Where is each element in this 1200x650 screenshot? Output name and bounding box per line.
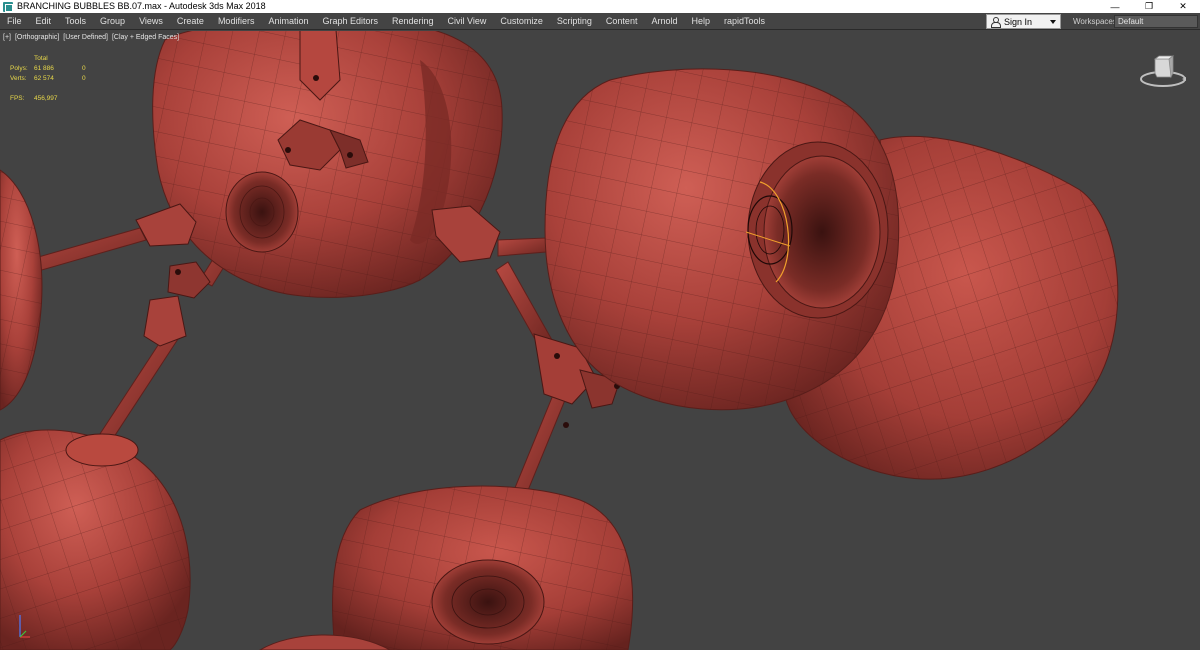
menu-group[interactable]: Group <box>93 13 132 30</box>
viewcube-icon[interactable] <box>1138 53 1188 89</box>
viewport-view-label[interactable]: [Orthographic] <box>15 34 59 41</box>
stats-verts-row: Verts: 62 574 0 <box>10 74 86 84</box>
sign-in-label: Sign In <box>1004 16 1033 27</box>
stats-total-header: Total <box>34 55 48 62</box>
workspaces-label: Workspaces: <box>1073 17 1120 26</box>
title-bar: BRANCHING BUBBLES BB.07.max - Autodesk 3… <box>0 0 1200 13</box>
viewport-label[interactable]: [+] [Orthographic] [User Defined] [Clay … <box>3 34 181 41</box>
menu-tools[interactable]: Tools <box>58 13 93 30</box>
viewport-shading-label[interactable]: [Clay + Edged Faces] <box>112 34 179 41</box>
window-title: BRANCHING BUBBLES BB.07.max - Autodesk 3… <box>17 1 266 11</box>
menu-graph-editors[interactable]: Graph Editors <box>315 13 385 30</box>
stats-fps-value: 456,997 <box>34 95 58 102</box>
workspaces-select[interactable]: Default <box>1114 15 1198 28</box>
stats-fps-row: FPS: 456,997 <box>10 94 86 104</box>
stats-polys-selected: 0 <box>82 65 86 72</box>
menu-content[interactable]: Content <box>599 13 645 30</box>
menu-help[interactable]: Help <box>684 13 717 30</box>
menu-customize[interactable]: Customize <box>493 13 550 30</box>
dropdown-caret-icon <box>1050 20 1056 24</box>
stats-polys-row: Polys: 61 886 0 <box>10 64 86 74</box>
menu-bar: File Edit Tools Group Views Create Modif… <box>0 13 1200 30</box>
menu-civil-view[interactable]: Civil View <box>441 13 494 30</box>
scene-render <box>0 31 1119 650</box>
app-icon <box>3 1 13 12</box>
menu-views[interactable]: Views <box>132 13 170 30</box>
user-icon <box>990 16 1001 28</box>
viewport-preset-label[interactable]: [User Defined] <box>63 34 108 41</box>
stats-fps-label: FPS: <box>10 95 25 102</box>
menu-scripting[interactable]: Scripting <box>550 13 599 30</box>
viewport-menu-plus[interactable]: [+] <box>3 34 11 41</box>
close-button[interactable]: ✕ <box>1166 0 1200 13</box>
menu-rapidtools[interactable]: rapidTools <box>717 13 772 30</box>
stats-polys-total: 61 886 <box>34 65 54 72</box>
minimize-button[interactable]: — <box>1098 0 1132 13</box>
menu-modifiers[interactable]: Modifiers <box>211 13 262 30</box>
menu-arnold[interactable]: Arnold <box>644 13 684 30</box>
viewport[interactable]: [+] [Orthographic] [User Defined] [Clay … <box>0 31 1200 650</box>
menu-edit[interactable]: Edit <box>29 13 59 30</box>
stats-verts-total: 62 574 <box>34 75 54 82</box>
stats-polys-label: Polys: <box>10 65 28 72</box>
menu-animation[interactable]: Animation <box>261 13 315 30</box>
stats-verts-label: Verts: <box>10 75 27 82</box>
menu-create[interactable]: Create <box>170 13 211 30</box>
maximize-button[interactable]: ❐ <box>1132 0 1166 13</box>
stats-verts-selected: 0 <box>82 75 86 82</box>
sign-in-dropdown[interactable]: Sign In <box>986 14 1061 29</box>
axis-tripod-icon <box>19 615 30 638</box>
menu-rendering[interactable]: Rendering <box>385 13 441 30</box>
window-controls: — ❐ ✕ <box>1098 0 1200 13</box>
viewport-statistics: Total Polys: 61 886 0 Verts: 62 574 0 FP… <box>10 54 86 104</box>
menu-file[interactable]: File <box>0 13 29 30</box>
